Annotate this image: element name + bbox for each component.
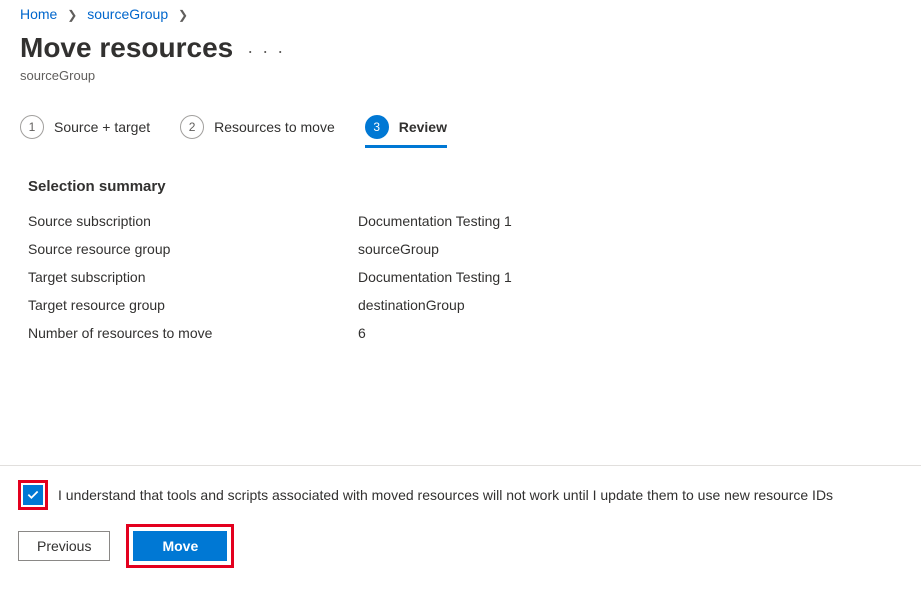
summary-label: Target subscription <box>28 269 358 285</box>
page-header: Move resources · · · sourceGroup <box>0 22 921 87</box>
summary-label: Target resource group <box>28 297 358 313</box>
acknowledge-text: I understand that tools and scripts asso… <box>58 487 833 503</box>
page-title: Move resources <box>20 32 233 64</box>
step-label: Source + target <box>54 119 150 135</box>
step-source-target[interactable]: 1 Source + target <box>20 115 150 148</box>
step-label: Review <box>399 119 447 135</box>
summary-label: Source resource group <box>28 241 358 257</box>
page-subtitle: sourceGroup <box>20 68 901 83</box>
step-label: Resources to move <box>214 119 335 135</box>
highlight-box <box>18 480 48 510</box>
breadcrumb: Home ❯ sourceGroup ❯ <box>0 0 921 22</box>
summary-value: Documentation Testing 1 <box>358 269 893 285</box>
check-icon <box>26 488 40 502</box>
step-number: 1 <box>20 115 44 139</box>
summary-value: 6 <box>358 325 893 341</box>
move-button[interactable]: Move <box>133 531 227 561</box>
stepper: 1 Source + target 2 Resources to move 3 … <box>0 87 921 168</box>
summary-value: Documentation Testing 1 <box>358 213 893 229</box>
breadcrumb-link-home[interactable]: Home <box>20 6 57 22</box>
highlight-box: Move <box>126 524 234 568</box>
summary-value: destinationGroup <box>358 297 893 313</box>
button-row: Previous Move <box>18 524 903 568</box>
acknowledge-checkbox[interactable] <box>23 485 43 505</box>
footer: I understand that tools and scripts asso… <box>0 465 921 590</box>
summary-label: Number of resources to move <box>28 325 358 341</box>
breadcrumb-link-sourcegroup[interactable]: sourceGroup <box>87 6 168 22</box>
chevron-right-icon: ❯ <box>67 8 77 22</box>
acknowledgement-row: I understand that tools and scripts asso… <box>18 480 903 510</box>
selection-summary: Selection summary Source subscription Do… <box>0 168 921 351</box>
summary-title: Selection summary <box>28 178 893 195</box>
more-icon[interactable]: · · · <box>247 41 285 62</box>
summary-value: sourceGroup <box>358 241 893 257</box>
step-number: 2 <box>180 115 204 139</box>
step-review[interactable]: 3 Review <box>365 115 447 148</box>
previous-button[interactable]: Previous <box>18 531 110 561</box>
step-number: 3 <box>365 115 389 139</box>
chevron-right-icon: ❯ <box>178 8 188 22</box>
summary-table: Source subscription Documentation Testin… <box>28 213 893 341</box>
step-resources-to-move[interactable]: 2 Resources to move <box>180 115 335 148</box>
summary-label: Source subscription <box>28 213 358 229</box>
